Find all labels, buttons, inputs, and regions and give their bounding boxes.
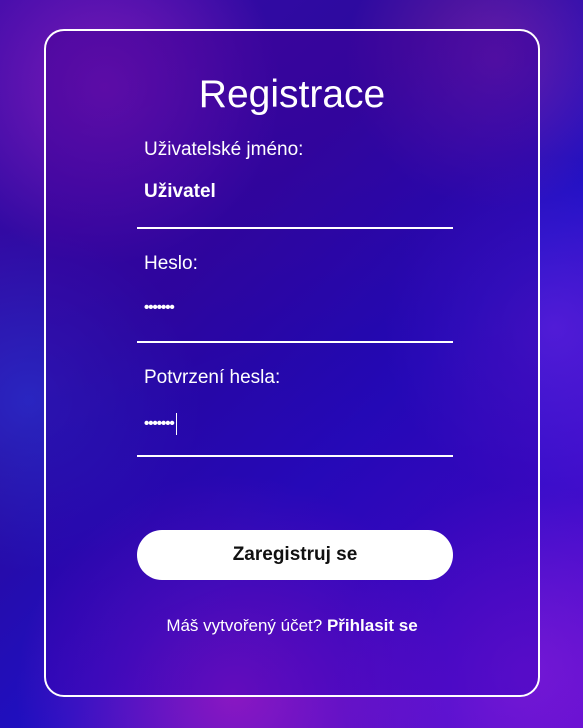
confirm-password-underline: [137, 455, 453, 457]
confirm-password-input[interactable]: •••••••: [144, 413, 177, 435]
confirm-password-label: Potvrzení hesla:: [144, 367, 281, 388]
password-label: Heslo:: [144, 253, 198, 274]
login-prompt-text: Máš vytvořený účet?: [166, 616, 323, 635]
confirm-password-value: •••••••: [144, 414, 175, 432]
password-input[interactable]: •••••••: [144, 299, 175, 316]
registration-card: Registrace Uživatelské jméno: Uživatel H…: [44, 29, 540, 697]
username-input[interactable]: Uživatel: [144, 181, 216, 203]
form-title: Registrace: [198, 73, 386, 116]
username-underline: [137, 227, 453, 229]
password-underline: [137, 341, 453, 343]
register-button[interactable]: Zaregistruj se: [137, 530, 453, 580]
username-label: Uživatelské jméno:: [144, 139, 304, 160]
login-prompt: Máš vytvořený účet? Přihlasit se: [46, 616, 538, 636]
text-cursor: [175, 413, 177, 435]
username-field[interactable]: Uživatelské jméno: Uživatel: [137, 139, 453, 229]
password-field[interactable]: Heslo: •••••••: [137, 253, 453, 343]
confirm-password-field[interactable]: Potvrzení hesla: •••••••: [137, 367, 453, 457]
login-link[interactable]: Přihlasit se: [327, 616, 418, 635]
